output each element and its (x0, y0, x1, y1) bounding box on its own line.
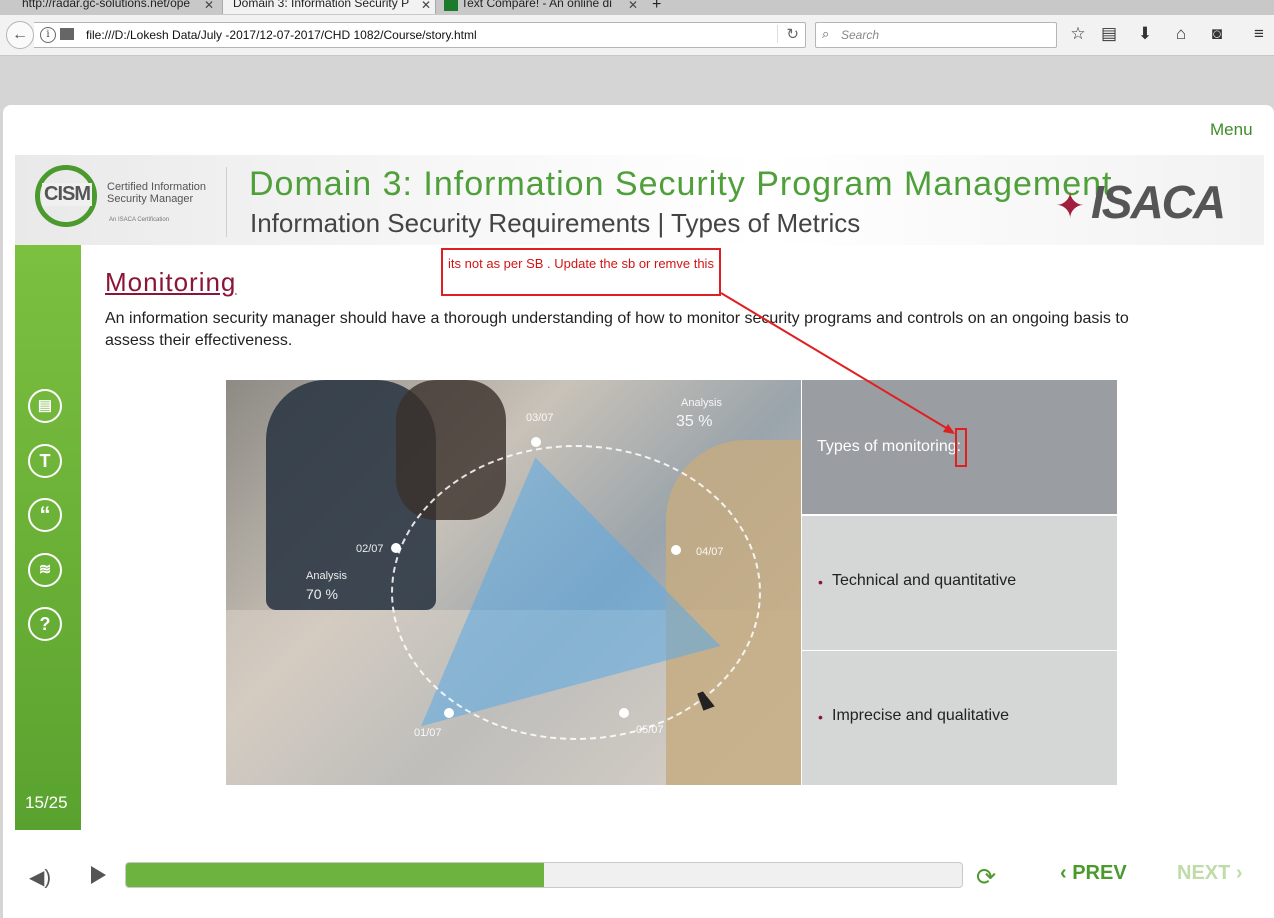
browser-tab-3[interactable]: Text Compare! - An online di ✕ (438, 0, 642, 14)
close-icon[interactable]: ✕ (421, 0, 431, 12)
prev-button[interactable]: ‹ PREV (1060, 862, 1127, 885)
browser-nav-bar: ← i file:///D:/Lokesh Data/July -2017/12… (0, 15, 1274, 56)
tab-label: Domain 3: Information Security P (233, 0, 410, 10)
next-label: NEXT (1177, 862, 1231, 884)
close-icon[interactable]: ✕ (204, 0, 214, 12)
close-icon[interactable]: ✕ (628, 0, 638, 12)
volume-icon[interactable]: ◀) (29, 865, 51, 890)
pocket-icon[interactable]: ◙ (1206, 24, 1228, 44)
page-icon (60, 28, 74, 40)
review-annotation-arrow (720, 292, 955, 434)
tab-label: Text Compare! - An online di (461, 0, 612, 10)
progress-bar[interactable] (125, 862, 963, 888)
download-icon[interactable]: ⬇ (1134, 24, 1156, 44)
info-icon[interactable]: i (40, 27, 56, 43)
search-placeholder: Search (841, 28, 880, 42)
search-input[interactable]: ⌕ Search (815, 22, 1057, 48)
course-player: Menu CISM Certified Information Security… (3, 105, 1274, 918)
hamburger-menu-icon[interactable]: ≡ (1248, 24, 1270, 44)
favicon-icon (444, 0, 458, 11)
next-button[interactable]: NEXT › (1177, 862, 1243, 885)
play-icon[interactable] (91, 866, 106, 884)
new-tab-icon[interactable]: + (652, 0, 672, 14)
url-text[interactable]: file:///D:/Lokesh Data/July -2017/12-07-… (86, 28, 477, 42)
back-arrow-icon[interactable]: ← (6, 21, 34, 49)
browser-tab-2[interactable]: Domain 3: Information Security P ✕ (222, 0, 436, 14)
browser-tab-bar: http://radar.gc-solutions.net/ope ✕ Doma… (0, 0, 1274, 15)
replay-icon[interactable]: ⟳ (976, 863, 996, 892)
search-icon: ⌕ (822, 26, 830, 41)
prev-label: PREV (1072, 862, 1127, 884)
tab-label: http://radar.gc-solutions.net/ope (22, 0, 191, 10)
url-bar[interactable]: i file:///D:/Lokesh Data/July -2017/12-0… (34, 22, 806, 48)
reading-list-icon[interactable]: ▤ (1098, 24, 1120, 44)
reload-icon[interactable]: ↻ (777, 25, 799, 43)
browser-tab-1[interactable]: http://radar.gc-solutions.net/ope ✕ (10, 0, 218, 14)
bookmark-star-icon[interactable]: ☆ (1067, 24, 1089, 44)
progress-fill (126, 863, 544, 887)
home-icon[interactable]: ⌂ (1170, 24, 1192, 44)
